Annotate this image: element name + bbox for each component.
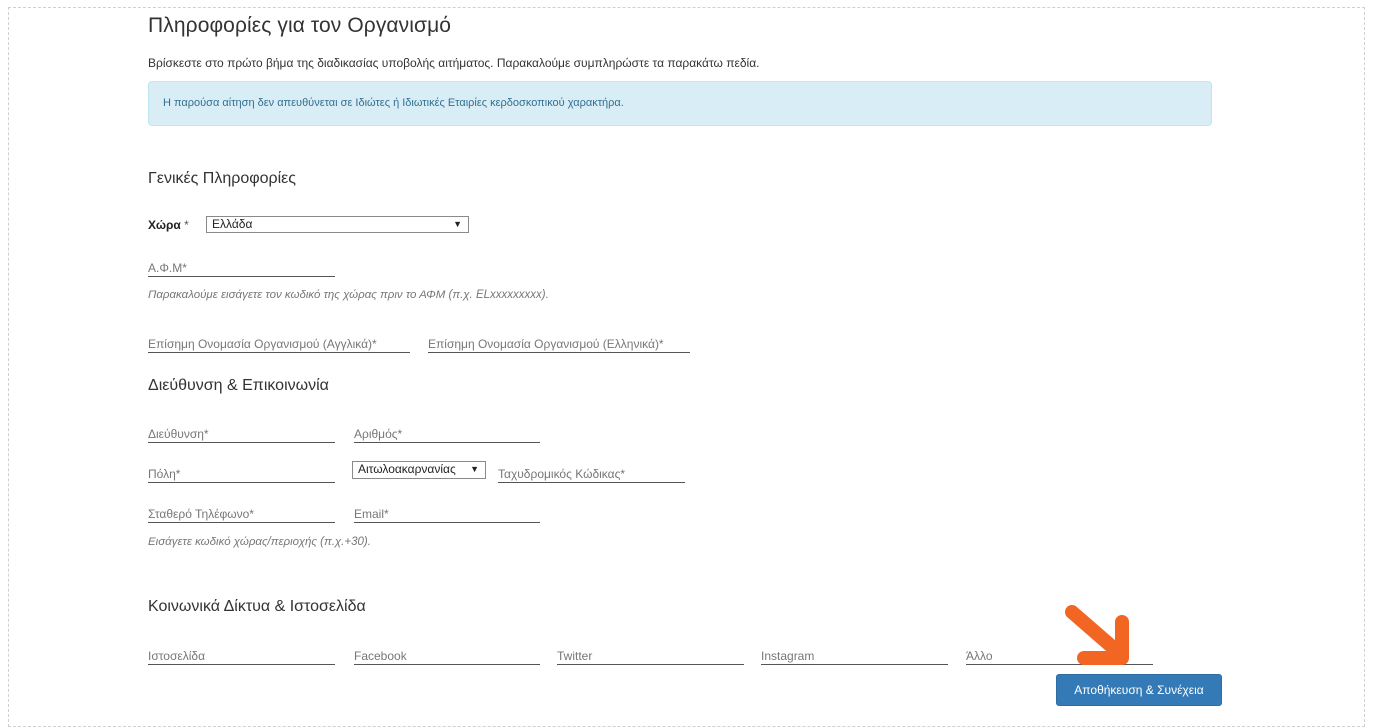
twitter-field[interactable] <box>557 647 744 665</box>
facebook-input[interactable] <box>354 648 540 664</box>
vat-help-text: Παρακαλούμε εισάγετε τον κωδικό της χώρα… <box>148 289 549 301</box>
section-heading-social: Κοινωνικά Δίκτυα & Ιστοσελίδα <box>148 598 366 615</box>
city-field[interactable] <box>148 465 335 483</box>
vat-input[interactable] <box>148 260 335 276</box>
website-input[interactable] <box>148 648 335 664</box>
name-el-field[interactable] <box>428 335 690 353</box>
instagram-field[interactable] <box>761 647 948 665</box>
street-field[interactable] <box>148 425 335 443</box>
number-field[interactable] <box>354 425 540 443</box>
phone-field[interactable] <box>148 505 335 523</box>
postal-code-field[interactable] <box>498 465 685 483</box>
twitter-input[interactable] <box>557 648 744 664</box>
facebook-field[interactable] <box>354 647 540 665</box>
section-heading-address: Διεύθυνση & Επικοινωνία <box>148 377 329 394</box>
instagram-input[interactable] <box>761 648 948 664</box>
number-input[interactable] <box>354 426 540 442</box>
info-alert: Η παρούσα αίτηση δεν απευθύνεται σε Ιδιώ… <box>148 81 1212 126</box>
name-en-input[interactable] <box>148 336 410 352</box>
section-heading-general: Γενικές Πληροφορίες <box>148 170 297 187</box>
arrow-down-right-icon <box>1065 605 1129 665</box>
name-el-input[interactable] <box>428 336 690 352</box>
country-select[interactable]: Ελλάδα ▼ <box>206 216 469 233</box>
save-continue-button[interactable]: Αποθήκευση & Συνέχεια <box>1056 674 1222 706</box>
email-field[interactable] <box>354 505 540 523</box>
country-label: Χώρα * <box>148 218 189 232</box>
phone-help-text: Εισάγετε κωδικό χώρας/περιοχής (π.χ.+30)… <box>148 536 371 548</box>
email-input[interactable] <box>354 506 540 522</box>
country-select-value: Ελλάδα <box>212 217 253 231</box>
phone-input[interactable] <box>148 506 335 522</box>
postal-code-input[interactable] <box>498 466 685 482</box>
vat-field[interactable] <box>148 259 335 277</box>
name-en-field[interactable] <box>148 335 410 353</box>
page-title: Πληροφορίες για τον Οργανισμό <box>148 14 452 37</box>
street-input[interactable] <box>148 426 335 442</box>
required-mark: * <box>184 218 189 232</box>
region-select-value: Αιτωλοακαρνανίας <box>358 462 456 476</box>
website-field[interactable] <box>148 647 335 665</box>
page-subtitle: Βρίσκεστε στο πρώτο βήμα της διαδικασίας… <box>148 56 760 70</box>
region-select[interactable]: Αιτωλοακαρνανίας ▼ <box>352 461 486 479</box>
city-input[interactable] <box>148 466 335 482</box>
chevron-down-icon: ▼ <box>470 464 479 474</box>
chevron-down-icon: ▼ <box>453 219 462 229</box>
